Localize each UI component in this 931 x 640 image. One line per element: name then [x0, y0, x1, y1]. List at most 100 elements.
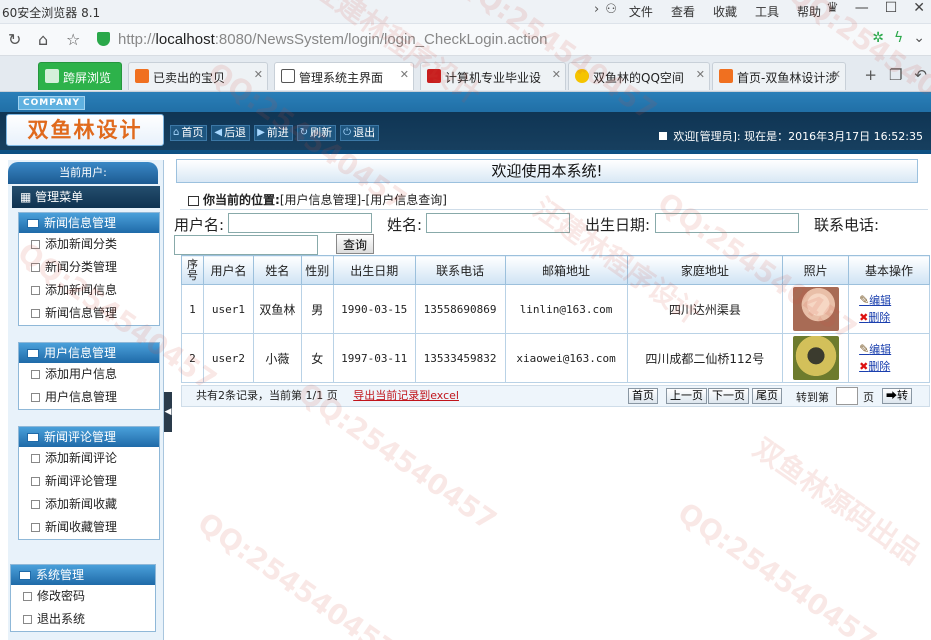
nav-home-button[interactable]: ⌂ 首页	[170, 125, 208, 141]
nav-back-button[interactable]: ◀ 后退	[211, 125, 251, 141]
tab-close-icon[interactable]: ✕	[400, 68, 409, 81]
goto-page-input[interactable]	[836, 387, 858, 405]
menu-item-favorite-manage[interactable]: 新闻收藏管理	[19, 516, 159, 539]
menu-group-system: 系统管理 修改密码 退出系统	[10, 564, 156, 632]
group-title: 用户信息管理	[44, 346, 117, 360]
export-excel-link[interactable]: 导出当前记录到excel	[353, 389, 459, 402]
menu-help[interactable]: 帮助	[797, 3, 821, 20]
menu-item-add-user[interactable]: 添加用户信息	[19, 363, 159, 386]
cell-index: 2	[181, 333, 204, 383]
tab-close-icon[interactable]: ✕	[254, 68, 263, 81]
name-input[interactable]	[426, 213, 570, 233]
menu-item-add-comment[interactable]: 添加新闻评论	[19, 447, 159, 470]
bullet-icon	[31, 263, 40, 272]
tab-sold-items[interactable]: 已卖出的宝贝 ✕	[128, 62, 268, 90]
birthday-input[interactable]	[655, 213, 799, 233]
new-tab-button[interactable]: +	[864, 66, 877, 84]
refresh-icon[interactable]: ↻	[8, 30, 21, 49]
square-icon	[659, 132, 668, 140]
menu-item-user-manage[interactable]: 用户信息管理	[19, 386, 159, 409]
tab-homepage[interactable]: 首页-双鱼林设计涉 ✕	[712, 62, 846, 90]
tab-list-icon[interactable]: ❐	[889, 66, 902, 84]
address-bar-tools: ✲ ϟ ⌄	[872, 30, 925, 46]
phone-input[interactable]	[174, 235, 318, 255]
maximize-icon[interactable]: ☐	[885, 0, 898, 16]
company-badge: COMPANY	[18, 96, 85, 110]
tab-cross-screen[interactable]: 跨屏浏览	[38, 62, 122, 90]
menu-item-news-category-manage[interactable]: 新闻分类管理	[19, 256, 159, 279]
menu-tools[interactable]: 工具	[755, 3, 779, 20]
tab-close-icon[interactable]: ✕	[832, 68, 841, 81]
nav-forward-button[interactable]: ▶ 前进	[254, 125, 293, 141]
home-icon[interactable]: ⌂	[38, 30, 48, 49]
menu-item-change-password[interactable]: 修改密码	[11, 585, 155, 608]
forward-arrow-icon[interactable]: ›	[594, 2, 599, 17]
menu-group-header[interactable]: 用户信息管理	[19, 343, 159, 363]
menu-file[interactable]: 文件	[629, 3, 653, 20]
dropdown-chevron-icon[interactable]: ⌄	[913, 30, 925, 46]
cell-actions: ✎编辑 ✖删除	[848, 333, 930, 383]
col-header-username: 用户名	[202, 255, 254, 285]
cell-address: 四川成都二仙桥112号	[626, 333, 784, 383]
location-label: 你当前的位置:	[203, 193, 280, 207]
tab-graduation-design[interactable]: 计算机专业毕业设 ✕	[420, 62, 566, 90]
close-icon[interactable]: ✕	[913, 0, 925, 16]
username-input[interactable]	[228, 213, 372, 233]
table-row: 2 user2 小薇 女 1997-03-11 13533459832 xiao…	[181, 333, 930, 383]
lightning-icon[interactable]: ϟ	[894, 30, 903, 46]
chart-icon	[281, 69, 295, 83]
menu-item-news-manage[interactable]: 新闻信息管理	[19, 302, 159, 325]
edit-link[interactable]: ✎编辑	[859, 292, 929, 309]
menu-group-header[interactable]: 新闻评论管理	[19, 427, 159, 447]
menu-group-users: 用户信息管理 添加用户信息 用户信息管理	[18, 342, 160, 410]
menu-group-header[interactable]: 系统管理	[11, 565, 155, 585]
name-label: 姓名:	[387, 216, 423, 234]
edit-label: 编辑	[869, 343, 892, 356]
security-shield-icon	[97, 32, 110, 46]
tab-close-icon[interactable]: ✕	[696, 68, 705, 81]
delete-link[interactable]: ✖删除	[859, 358, 929, 375]
tab-admin-main[interactable]: 管理系统主界面 ✕	[274, 62, 414, 90]
bullet-icon	[31, 523, 40, 532]
url-field[interactable]: http://localhost:8080/NewsSystem/login/l…	[118, 31, 547, 48]
welcome-message: 欢迎[管理员]: 现在是：2016年3月17日 16:52:35	[673, 130, 923, 143]
sidebar-collapse-handle[interactable]: ◀	[164, 392, 172, 432]
menu-item-label: 添加新闻信息	[45, 283, 118, 297]
menu-item-add-news[interactable]: 添加新闻信息	[19, 279, 159, 302]
next-page-button[interactable]: 下一页	[708, 388, 749, 404]
edit-link[interactable]: ✎编辑	[859, 341, 929, 358]
delete-x-icon: ✖	[859, 311, 869, 324]
menu-favorites[interactable]: 收藏	[713, 3, 737, 20]
tab-tools: + ❐ ↶	[864, 66, 927, 84]
tab-close-icon[interactable]: ✕	[552, 68, 561, 81]
menu-view[interactable]: 查看	[671, 3, 695, 20]
phone-icon	[45, 69, 59, 83]
cell-email: xiaowei@163.com	[504, 333, 628, 383]
tab-qq-space[interactable]: 双鱼林的QQ空间 ✕	[568, 62, 710, 90]
welcome-text: 欢迎[管理员]: 现在是：2016年3月17日 16:52:35	[659, 128, 923, 144]
undo-close-icon[interactable]: ↶	[914, 66, 927, 84]
go-button[interactable]: ➡转	[882, 388, 912, 404]
minimize-icon[interactable]: —	[855, 0, 869, 16]
menu-group-comments: 新闻评论管理 添加新闻评论 新闻评论管理 添加新闻收藏 新闻收藏管理	[18, 426, 160, 540]
nav-refresh-button[interactable]: ↻ 刷新	[296, 125, 337, 141]
group-title: 新闻信息管理	[44, 216, 117, 230]
menu-item-add-favorite[interactable]: 添加新闻收藏	[19, 493, 159, 516]
last-page-button[interactable]: 尾页	[752, 388, 782, 404]
first-page-button[interactable]: 首页	[628, 388, 658, 404]
prev-page-button[interactable]: 上一页	[666, 388, 707, 404]
star-icon[interactable]: ☆	[66, 30, 80, 49]
accelerator-icon[interactable]: ✲	[872, 30, 884, 46]
col-header-photo: 照片	[782, 255, 850, 285]
menu-item-logout[interactable]: 退出系统	[11, 608, 155, 631]
menu-group-header[interactable]: 新闻信息管理	[19, 213, 159, 233]
delete-link[interactable]: ✖删除	[859, 309, 929, 326]
table-row: 1 user1 双鱼林 男 1990-03-15 13558690869 lin…	[181, 284, 930, 334]
skin-icon[interactable]: ♛	[826, 0, 839, 16]
menu-item-comment-manage[interactable]: 新闻评论管理	[19, 470, 159, 493]
search-button[interactable]: 查询	[336, 234, 375, 254]
menu-item-add-news-category[interactable]: 添加新闻分类	[19, 233, 159, 256]
nav-logout-button[interactable]: ⏻ 退出	[340, 125, 380, 141]
user-photo[interactable]	[792, 336, 839, 380]
user-photo[interactable]	[792, 287, 839, 331]
